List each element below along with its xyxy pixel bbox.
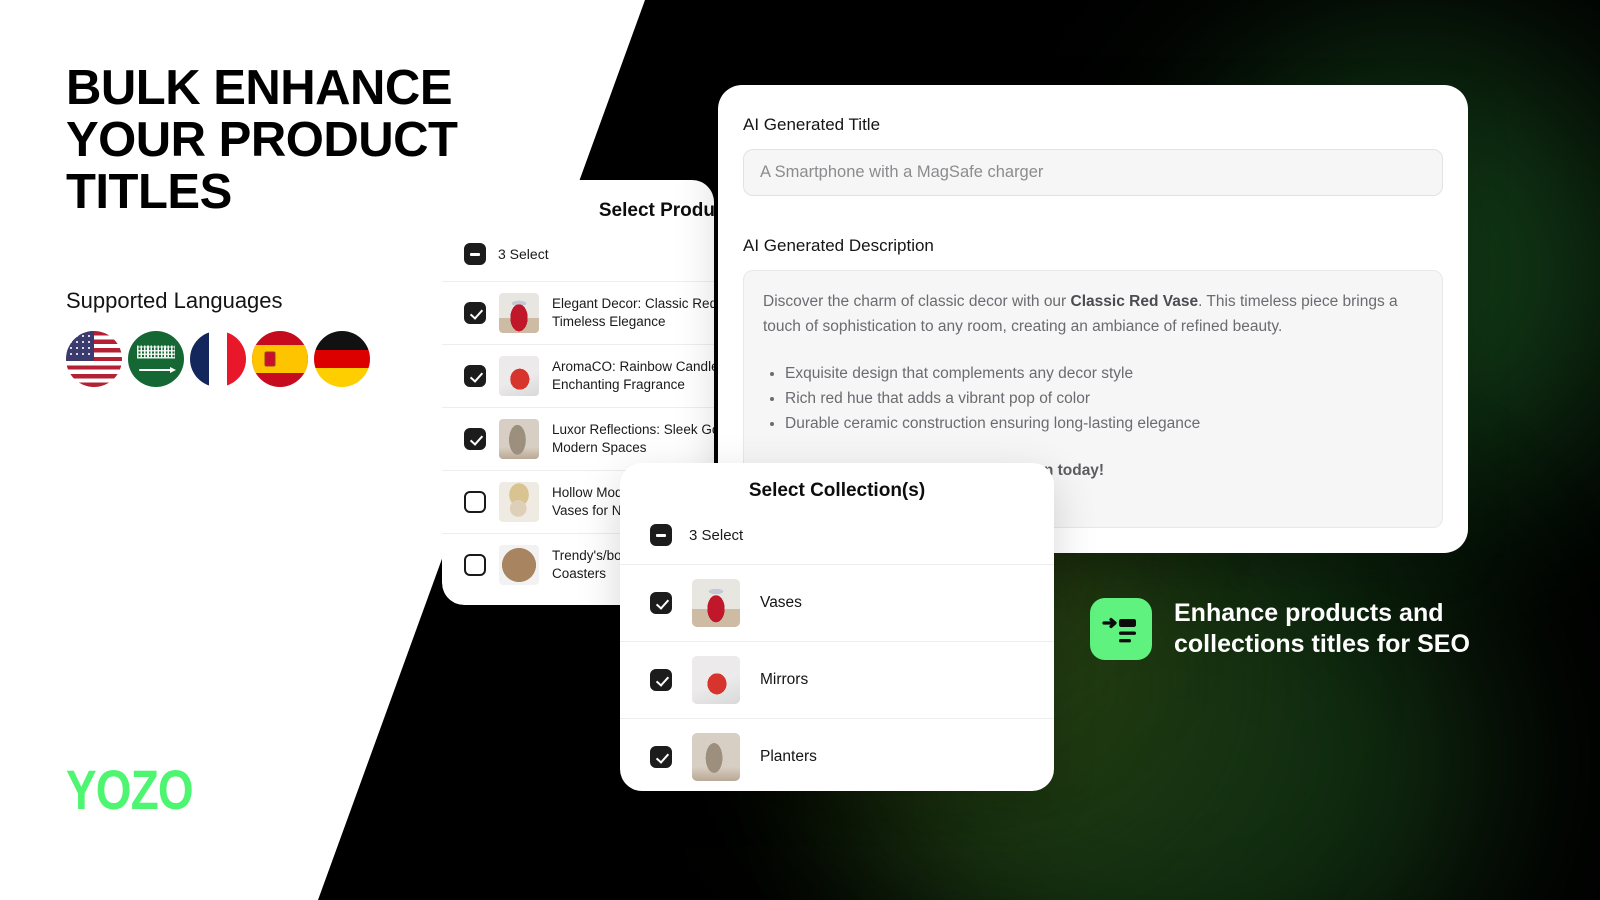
list-item: Exquisite design that complements any de… bbox=[785, 361, 1423, 386]
feature-callout: Enhance products and collections titles … bbox=[1090, 598, 1470, 660]
feature-text: Enhance products and collections titles … bbox=[1174, 599, 1470, 658]
product-thumbnail bbox=[499, 545, 539, 585]
promo-banner: BULK ENHANCE YOUR PRODUCT TITLES Support… bbox=[0, 0, 1600, 900]
flag-united-states-icon bbox=[66, 331, 122, 387]
collections-select-all-checkbox[interactable] bbox=[650, 524, 672, 546]
collection-name: Vases bbox=[760, 594, 802, 611]
flag-spain-icon bbox=[252, 331, 308, 387]
ai-description-label: AI Generated Description bbox=[743, 236, 934, 255]
product-checkbox[interactable] bbox=[464, 428, 486, 450]
collections-select-all-label: 3 Select bbox=[689, 526, 744, 544]
collection-thumbnail bbox=[692, 733, 740, 781]
products-select-all-checkbox[interactable] bbox=[464, 243, 486, 265]
list-item[interactable]: Planters bbox=[620, 718, 1054, 791]
list-item: Durable ceramic construction ensuring lo… bbox=[785, 411, 1423, 436]
select-collections-panel: Select Collection(s) 3 Select Vases Mirr… bbox=[620, 463, 1054, 791]
collections-select-all-row[interactable]: 3 Select bbox=[620, 502, 1054, 564]
collection-checkbox[interactable] bbox=[650, 592, 672, 614]
page-title: BULK ENHANCE YOUR PRODUCT TITLES bbox=[66, 61, 458, 219]
collection-name: Mirrors bbox=[760, 671, 809, 688]
products-select-all-label: 3 Select bbox=[498, 246, 549, 262]
supported-languages-label: Supported Languages bbox=[66, 288, 283, 313]
ai-description-bullets: Exquisite design that complements any de… bbox=[785, 361, 1423, 436]
ai-title-input[interactable]: A Smartphone with a MagSafe charger bbox=[743, 149, 1443, 196]
flag-germany-icon bbox=[314, 331, 370, 387]
product-checkbox[interactable] bbox=[464, 554, 486, 576]
product-thumbnail bbox=[499, 356, 539, 396]
supported-languages-flags bbox=[66, 331, 486, 387]
ai-description-intro: Discover the charm of classic decor with… bbox=[763, 293, 1398, 335]
collection-name: Planters bbox=[760, 748, 817, 765]
list-item[interactable]: Mirrors bbox=[620, 641, 1054, 718]
select-collections-title: Select Collection(s) bbox=[748, 480, 926, 501]
product-checkbox[interactable] bbox=[464, 302, 486, 324]
collection-thumbnail bbox=[692, 656, 740, 704]
list-item: Rich red hue that adds a vibrant pop of … bbox=[785, 386, 1423, 411]
indent-text-icon bbox=[1090, 598, 1152, 660]
ai-title-label: AI Generated Title bbox=[743, 115, 881, 134]
collection-checkbox[interactable] bbox=[650, 669, 672, 691]
list-item[interactable]: Vases bbox=[620, 564, 1054, 641]
yozo-logo: YOZO bbox=[66, 758, 194, 821]
collection-checkbox[interactable] bbox=[650, 746, 672, 768]
product-thumbnail bbox=[499, 482, 539, 522]
product-checkbox[interactable] bbox=[464, 365, 486, 387]
hero-column: BULK ENHANCE YOUR PRODUCT TITLES Support… bbox=[66, 62, 486, 387]
product-thumbnail bbox=[499, 293, 539, 333]
product-checkbox[interactable] bbox=[464, 491, 486, 513]
flag-france-icon bbox=[190, 331, 246, 387]
flag-saudi-arabia-icon bbox=[128, 331, 184, 387]
product-thumbnail bbox=[499, 419, 539, 459]
collection-thumbnail bbox=[692, 579, 740, 627]
